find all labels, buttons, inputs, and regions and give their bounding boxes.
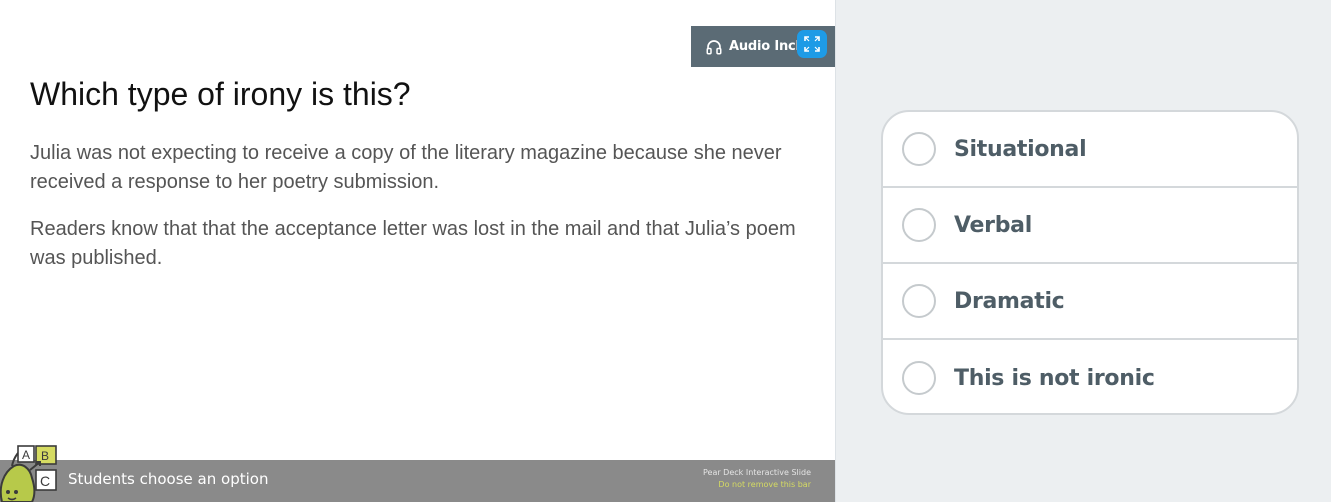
option-dramatic[interactable]: Dramatic bbox=[883, 264, 1297, 340]
option-verbal[interactable]: Verbal bbox=[883, 188, 1297, 264]
headphones-icon bbox=[706, 39, 722, 54]
option-label: Verbal bbox=[954, 212, 1032, 238]
footer-label: Students choose an option bbox=[68, 470, 269, 488]
answer-options-card: Situational Verbal Dramatic This is not … bbox=[881, 110, 1299, 415]
radio-circle-icon[interactable] bbox=[902, 132, 936, 166]
option-label: Dramatic bbox=[954, 288, 1065, 314]
radio-circle-icon[interactable] bbox=[902, 208, 936, 242]
question-paragraph-2: Readers know that that the acceptance le… bbox=[30, 218, 796, 269]
mascot-letter-c: C bbox=[40, 473, 50, 489]
radio-circle-icon[interactable] bbox=[902, 284, 936, 318]
footer-note: Pear Deck Interactive Slide Do not remov… bbox=[703, 467, 811, 491]
option-not-ironic[interactable]: This is not ironic bbox=[883, 340, 1297, 413]
footer-note-line-1: Pear Deck Interactive Slide bbox=[702, 468, 811, 477]
question-title: Which type of irony is this? bbox=[30, 76, 411, 112]
question-paragraph-1: Julia was not expecting to receive a cop… bbox=[30, 142, 782, 193]
mascot-letter-b: B bbox=[41, 449, 49, 463]
option-label: This is not ironic bbox=[954, 365, 1155, 391]
mascot-letter-a: A bbox=[22, 448, 30, 462]
option-situational[interactable]: Situational bbox=[883, 112, 1297, 188]
radio-circle-icon[interactable] bbox=[902, 361, 936, 395]
expand-icon bbox=[804, 36, 820, 52]
pear-mascot-icon: A B C bbox=[0, 445, 57, 502]
expand-button[interactable] bbox=[797, 30, 827, 58]
footer-note-line-2: Do not remove this bar bbox=[718, 480, 811, 489]
option-label: Situational bbox=[954, 136, 1087, 162]
slide-panel: Audio Inclu Which type of irony is this?… bbox=[0, 0, 836, 502]
